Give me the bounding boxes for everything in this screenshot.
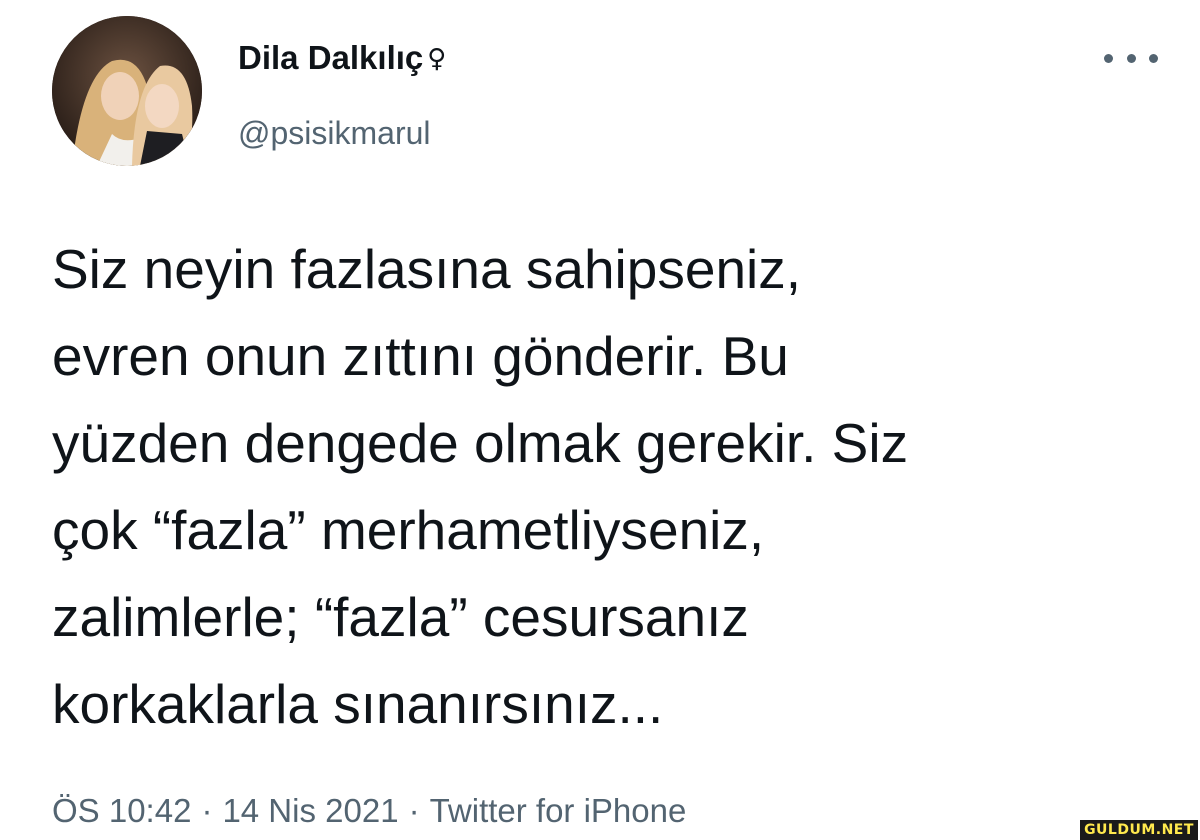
more-horizontal-icon [1149,53,1158,63]
tweet-time[interactable]: ÖS 10:42 [52,792,191,829]
display-name[interactable]: Dila Dalkılıç ♀ [238,36,446,83]
display-name-text: Dila Dalkılıç [238,39,424,76]
more-horizontal-icon [1104,53,1113,63]
tweet-metadata: ÖS 10:42 · 14 Nis 2021 · Twitter for iPhone [52,786,686,836]
tweet-card: Dila Dalkılıç ♀ @psisikmarul Siz neyin fa… [0,0,1200,840]
tweet-text-line: zalimlerle; “fazla” cesursanız [52,586,749,648]
separator: · [408,792,420,829]
tweet-text-line: evren onun zıttını gönderir. Bu [52,325,789,387]
avatar[interactable] [52,16,202,166]
tweet-author: Dila Dalkılıç ♀ @psisikmarul [238,36,446,155]
site-watermark: GULDUM.NET [1080,820,1198,840]
tweet-text: Siz neyin fazlasına sahipseniz, evren on… [52,226,1162,748]
more-options-button[interactable] [1104,46,1158,70]
tweet-text-line: korkaklarla sınanırsınız... [52,673,664,735]
more-horizontal-icon [1126,53,1136,63]
tweet-text-line: yüzden dengede olmak gerekir. Siz [52,412,909,474]
separator: · [201,792,213,829]
user-handle[interactable]: @psisikmarul [238,111,446,155]
profile-photo-avatar-icon [52,16,202,166]
female-sign-icon: ♀ [427,44,447,74]
tweet-source[interactable]: Twitter for iPhone [430,792,687,829]
tweet-date[interactable]: 14 Nis 2021 [222,792,398,829]
tweet-text-line: Siz neyin fazlasına sahipseniz, [52,238,802,300]
tweet-text-line: çok “fazla” merhametliyseniz, [52,499,765,561]
